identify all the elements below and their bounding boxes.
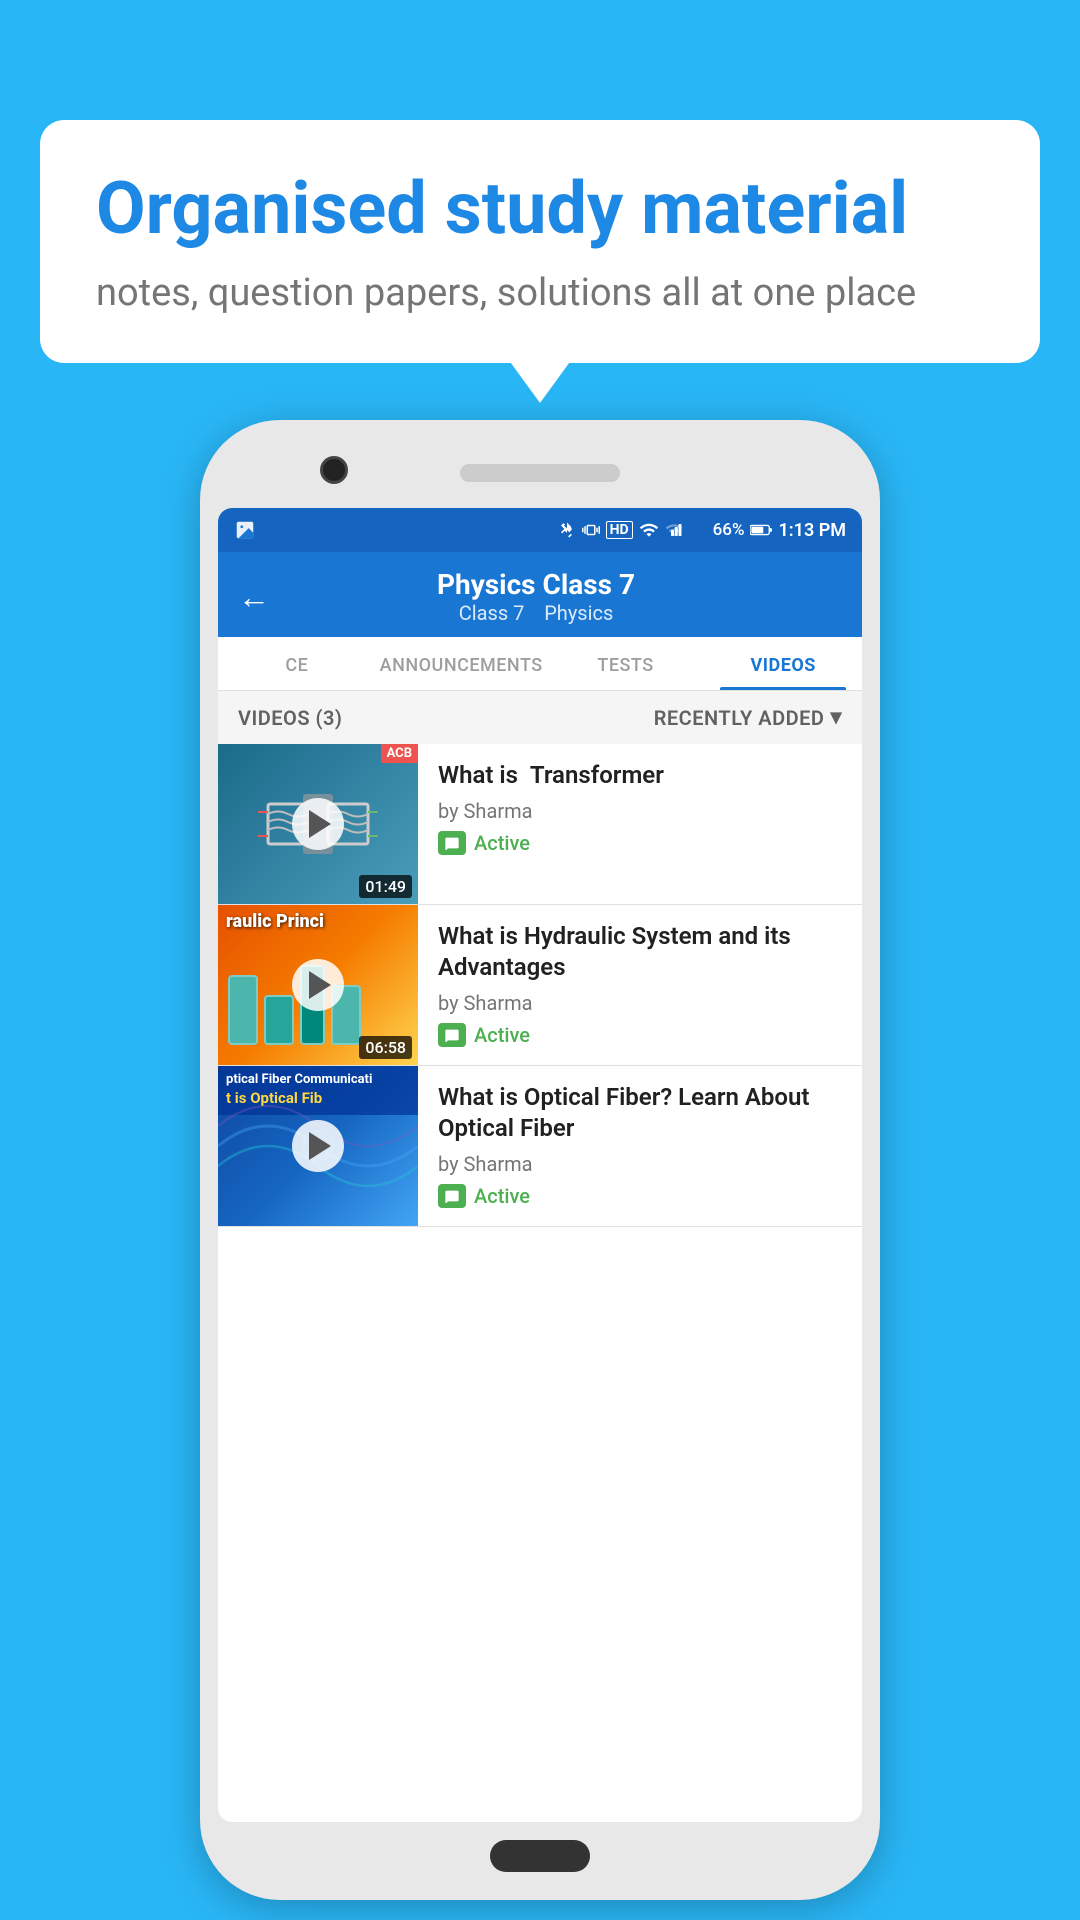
chat-icon-2: [444, 1028, 460, 1042]
play-button-1[interactable]: [292, 798, 344, 850]
speech-bubble-container: Organised study material notes, question…: [40, 120, 1040, 363]
tab-videos[interactable]: VIDEOS: [704, 637, 862, 690]
home-button[interactable]: [490, 1840, 590, 1872]
status-icon-1: [438, 831, 466, 855]
image-icon: [234, 519, 256, 541]
phone-wrapper: HD 66% 1:13 PM ← Physics Class 7: [60, 420, 1020, 1900]
video-duration-2: 06:58: [359, 1036, 412, 1059]
filter-bar: VIDEOS (3) RECENTLY ADDED ▾: [218, 691, 862, 744]
chat-icon-3: [444, 1189, 460, 1203]
app-bar: ← Physics Class 7 Class 7 Physics: [218, 552, 862, 637]
video-duration-1: 01:49: [359, 875, 412, 898]
play-triangle-1: [309, 810, 331, 838]
play-button-3[interactable]: [292, 1120, 344, 1172]
phone-camera: [320, 456, 348, 484]
video-status-1: Active: [438, 831, 846, 855]
wifi-icon: [639, 520, 659, 540]
status-left-icons: [234, 519, 256, 541]
tab-announcements[interactable]: ANNOUNCEMENTS: [376, 637, 547, 690]
video-info-2: What is Hydraulic System and its Advanta…: [418, 905, 862, 1063]
bubble-title: Organised study material: [96, 168, 984, 251]
video-author-3: by Sharma: [438, 1152, 846, 1176]
corner-badge-1: ACB: [381, 744, 418, 763]
phone-screen: HD 66% 1:13 PM ← Physics Class 7: [218, 508, 862, 1822]
video-title-1: What is Transformer: [438, 760, 846, 791]
status-icon-2: [438, 1023, 466, 1047]
battery-icon: [750, 522, 772, 538]
video-thumb-3: ptical Fiber Communicati t is Optical Fi…: [218, 1066, 418, 1226]
video-thumb-2: raulic Princi 06:58: [218, 905, 418, 1065]
status-bar: HD 66% 1:13 PM: [218, 508, 862, 552]
sort-button[interactable]: RECENTLY ADDED ▾: [654, 705, 842, 730]
app-bar-title-area: Physics Class 7 Class 7 Physics: [294, 568, 778, 625]
time: 1:13 PM: [778, 520, 846, 541]
app-bar-title: Physics Class 7: [294, 568, 778, 601]
video-item-3[interactable]: ptical Fiber Communicati t is Optical Fi…: [218, 1066, 862, 1227]
app-bar-subtitle: Class 7 Physics: [294, 601, 778, 625]
phone-frame: HD 66% 1:13 PM ← Physics Class 7: [200, 420, 880, 1900]
play-triangle-2: [309, 971, 331, 999]
video-thumb-1: ACB 01:49: [218, 744, 418, 904]
video-status-3: Active: [438, 1184, 846, 1208]
video-list: ACB 01:49 What is Transformer by Sharma: [218, 744, 862, 1227]
hd-badge: HD: [606, 521, 633, 539]
video-author-1: by Sharma: [438, 799, 846, 823]
speech-bubble: Organised study material notes, question…: [40, 120, 1040, 363]
tabs-bar: CE ANNOUNCEMENTS TESTS VIDEOS: [218, 637, 862, 691]
phone-speaker: [460, 464, 620, 482]
hydraulic-label: raulic Princi: [218, 905, 418, 939]
video-count: VIDEOS (3): [238, 706, 342, 730]
back-button[interactable]: ←: [238, 578, 270, 616]
play-triangle-3: [309, 1132, 331, 1160]
video-item-2[interactable]: raulic Princi 06:58: [218, 905, 862, 1066]
video-item-1[interactable]: ACB 01:49 What is Transformer by Sharma: [218, 744, 862, 905]
chat-icon-1: [444, 836, 460, 850]
bubble-subtitle: notes, question papers, solutions all at…: [96, 271, 984, 315]
video-title-2: What is Hydraulic System and its Advanta…: [438, 921, 846, 983]
video-author-2: by Sharma: [438, 991, 846, 1015]
video-info-1: What is Transformer by Sharma Active: [418, 744, 862, 871]
no-signal-icon: [689, 520, 707, 540]
play-button-2[interactable]: [292, 959, 344, 1011]
tab-tests[interactable]: TESTS: [547, 637, 705, 690]
video-status-2: Active: [438, 1023, 846, 1047]
tab-ce[interactable]: CE: [218, 637, 376, 690]
status-right-info: HD 66% 1:13 PM: [558, 520, 846, 541]
hydraulic-text: raulic Princi: [226, 911, 410, 933]
status-icon-3: [438, 1184, 466, 1208]
signal-icon: [665, 520, 683, 540]
bluetooth-icon: [558, 520, 576, 540]
video-title-3: What is Optical Fiber? Learn About Optic…: [438, 1082, 846, 1144]
vibrate-icon: [582, 520, 600, 540]
battery-percent: 66%: [713, 520, 745, 540]
video-info-3: What is Optical Fiber? Learn About Optic…: [418, 1066, 862, 1224]
